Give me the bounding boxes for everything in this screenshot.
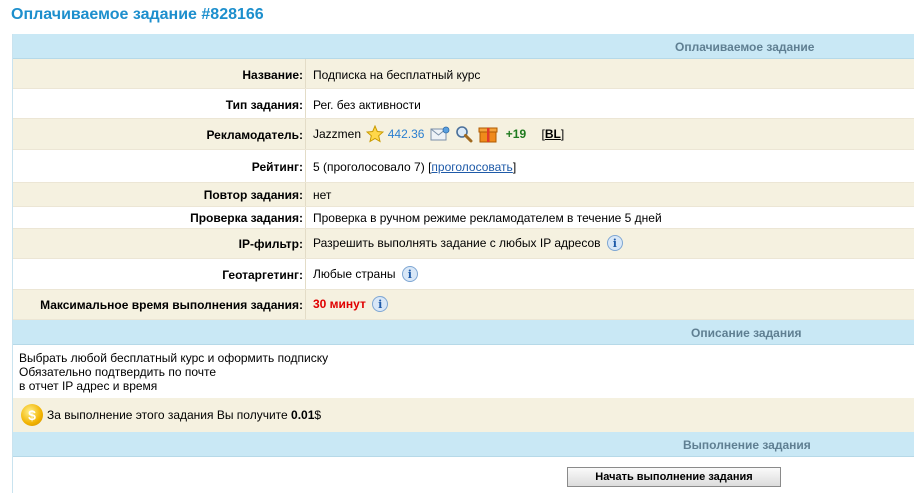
- ip-filter-wrap: Разрешить выполнять задание с любых IP а…: [313, 235, 623, 251]
- row-advertiser: Рекламодатель: Jazzmen 442.36 +19 [BL]: [13, 119, 914, 150]
- field-label: Тип задания:: [225, 98, 303, 112]
- advertiser-info: Jazzmen 442.36 +19 [BL]: [313, 125, 564, 143]
- reward-bar: $ За выполнение этого задания Вы получит…: [13, 398, 914, 432]
- field-value: Рег. без активности: [313, 98, 421, 112]
- bl-bracket-close: ]: [560, 127, 565, 141]
- advertiser-rating: 442.36: [387, 127, 425, 141]
- bl-link[interactable]: BL: [545, 127, 561, 141]
- geo-wrap: Любые страны i: [313, 266, 418, 282]
- star-icon: [366, 125, 385, 143]
- max-time-wrap: 30 минут i: [313, 296, 389, 312]
- field-value: Проверка в ручном режиме рекламодателем …: [313, 211, 662, 225]
- field-value: Разрешить выполнять задание с любых IP а…: [313, 236, 601, 250]
- section-header-paid-task: Оплачиваемое задание: [13, 34, 914, 59]
- section-title: Выполнение задания: [683, 438, 811, 452]
- reward-text: За выполнение этого задания Вы получите: [47, 408, 288, 422]
- field-value: Любые страны: [313, 267, 396, 281]
- mail-icon[interactable]: [430, 125, 450, 143]
- field-label: Максимальное время выполнения задания:: [40, 298, 303, 312]
- section-header-description: Описание задания: [13, 320, 914, 345]
- field-value: нет: [313, 188, 332, 202]
- info-icon[interactable]: i: [401, 266, 418, 282]
- field-label: Проверка задания:: [190, 211, 303, 225]
- row-check: Проверка задания: Проверка в ручном режи…: [13, 207, 914, 229]
- field-label: Повтор задания:: [203, 188, 303, 202]
- reward-currency: $: [314, 408, 322, 422]
- advertiser-name[interactable]: Jazzmen: [313, 127, 361, 141]
- advertiser-plus: +19: [505, 127, 527, 141]
- vote-link[interactable]: проголосовать: [431, 160, 512, 174]
- reward-amount: 0.01: [291, 408, 315, 422]
- rating-value-wrap: 5 (проголосовало 7) [проголосовать]: [313, 160, 516, 174]
- section-title: Оплачиваемое задание: [675, 40, 815, 54]
- field-label: IP-фильтр:: [238, 237, 303, 251]
- field-label: Геотаргетинг:: [222, 268, 303, 282]
- task-description: Выбрать любой бесплатный курс и оформить…: [19, 351, 329, 393]
- field-label: Название:: [242, 68, 303, 82]
- vote-bracket-close: ]: [512, 160, 517, 174]
- max-time-value: 30 минут: [313, 297, 366, 311]
- row-name: Название: Подписка на бесплатный курс: [13, 59, 914, 89]
- section-title: Описание задания: [691, 326, 802, 340]
- rating-value: 5 (проголосовало 7): [313, 160, 425, 174]
- reward-text-wrap: За выполнение этого задания Вы получите …: [47, 408, 321, 422]
- start-task-button[interactable]: Начать выполнение задания: [567, 467, 781, 487]
- row-rating: Рейтинг: 5 (проголосовало 7) [проголосов…: [13, 150, 914, 183]
- field-value: Подписка на бесплатный курс: [313, 68, 481, 82]
- section-header-execution: Выполнение задания: [13, 432, 914, 457]
- task-panel: Оплачиваемое задание Название: Подписка …: [12, 34, 914, 493]
- field-label: Рекламодатель:: [206, 128, 303, 142]
- coin-icon: $: [21, 404, 43, 426]
- field-label: Рейтинг:: [251, 160, 303, 174]
- gift-box-icon[interactable]: [478, 125, 498, 143]
- page-title: Оплачиваемое задание #828166: [11, 6, 264, 23]
- row-ip-filter: IP-фильтр: Разрешить выполнять задание с…: [13, 229, 914, 259]
- row-max-time: Максимальное время выполнения задания: 3…: [13, 290, 914, 320]
- row-repeat: Повтор задания: нет: [13, 183, 914, 207]
- info-icon[interactable]: i: [606, 235, 623, 251]
- magnifier-icon[interactable]: [455, 125, 473, 143]
- row-type: Тип задания: Рег. без активности: [13, 89, 914, 119]
- row-geo: Геотаргетинг: Любые страны i: [13, 259, 914, 290]
- info-icon[interactable]: i: [372, 296, 389, 312]
